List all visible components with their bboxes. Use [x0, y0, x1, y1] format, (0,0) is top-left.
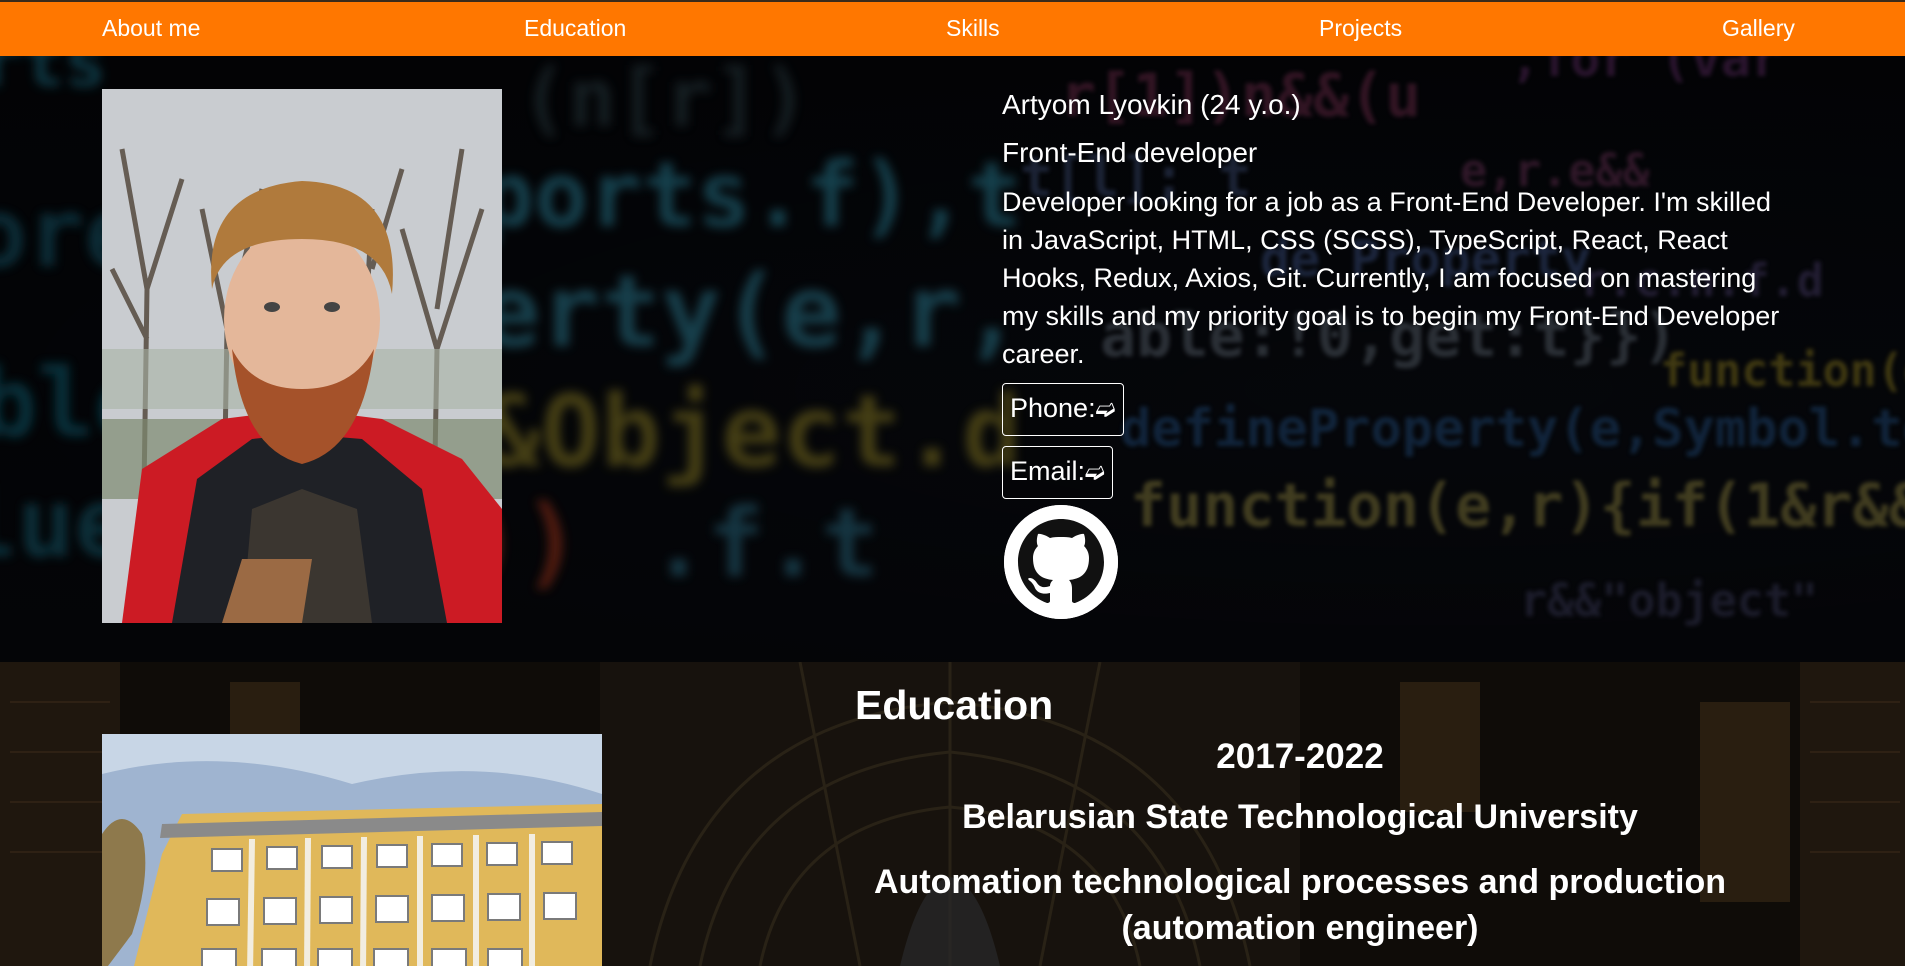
education-years: 2017-2022	[1216, 737, 1384, 776]
about-text: Developer looking for a job as a Front-E…	[1002, 187, 1780, 369]
phone-label: Phone:	[1010, 393, 1096, 423]
phone-button[interactable]: Phone:➫	[1002, 383, 1124, 436]
nav-link-skills[interactable]: Skills	[946, 15, 1000, 42]
nav-link-projects[interactable]: Projects	[1319, 15, 1402, 42]
arrow-icon: ➫	[1095, 396, 1116, 423]
top-navigation: About me Education Skills Projects Galle…	[0, 0, 1905, 56]
full-name: Artyom Lyovkin (24 y.o.)	[1002, 89, 1301, 120]
nav-link-gallery[interactable]: Gallery	[1722, 15, 1795, 42]
nav-link-education[interactable]: Education	[524, 15, 626, 42]
about-me-section: rts (n[r]) ports.f),t ore perty(e,r, ble…	[0, 56, 1905, 662]
education-title: Education	[855, 682, 1054, 728]
university-name: Belarusian State Technological Universit…	[962, 798, 1638, 836]
about-info: Artyom Lyovkin (24 y.o.) Front-End devel…	[1002, 87, 1802, 509]
job-title: Front-End developer	[1002, 137, 1258, 168]
speciality: Automation technological processes and p…	[874, 863, 1726, 947]
email-button[interactable]: Email:➫	[1002, 446, 1114, 499]
education-section: Education 2017-2022 Belarusian State Tec…	[0, 662, 1905, 966]
nav-link-about-me[interactable]: About me	[102, 15, 200, 42]
email-label: Email:	[1010, 456, 1086, 486]
university-photo	[102, 734, 602, 966]
github-icon[interactable]	[1004, 505, 1118, 619]
arrow-icon: ➫	[1085, 459, 1106, 486]
profile-photo	[102, 89, 502, 623]
